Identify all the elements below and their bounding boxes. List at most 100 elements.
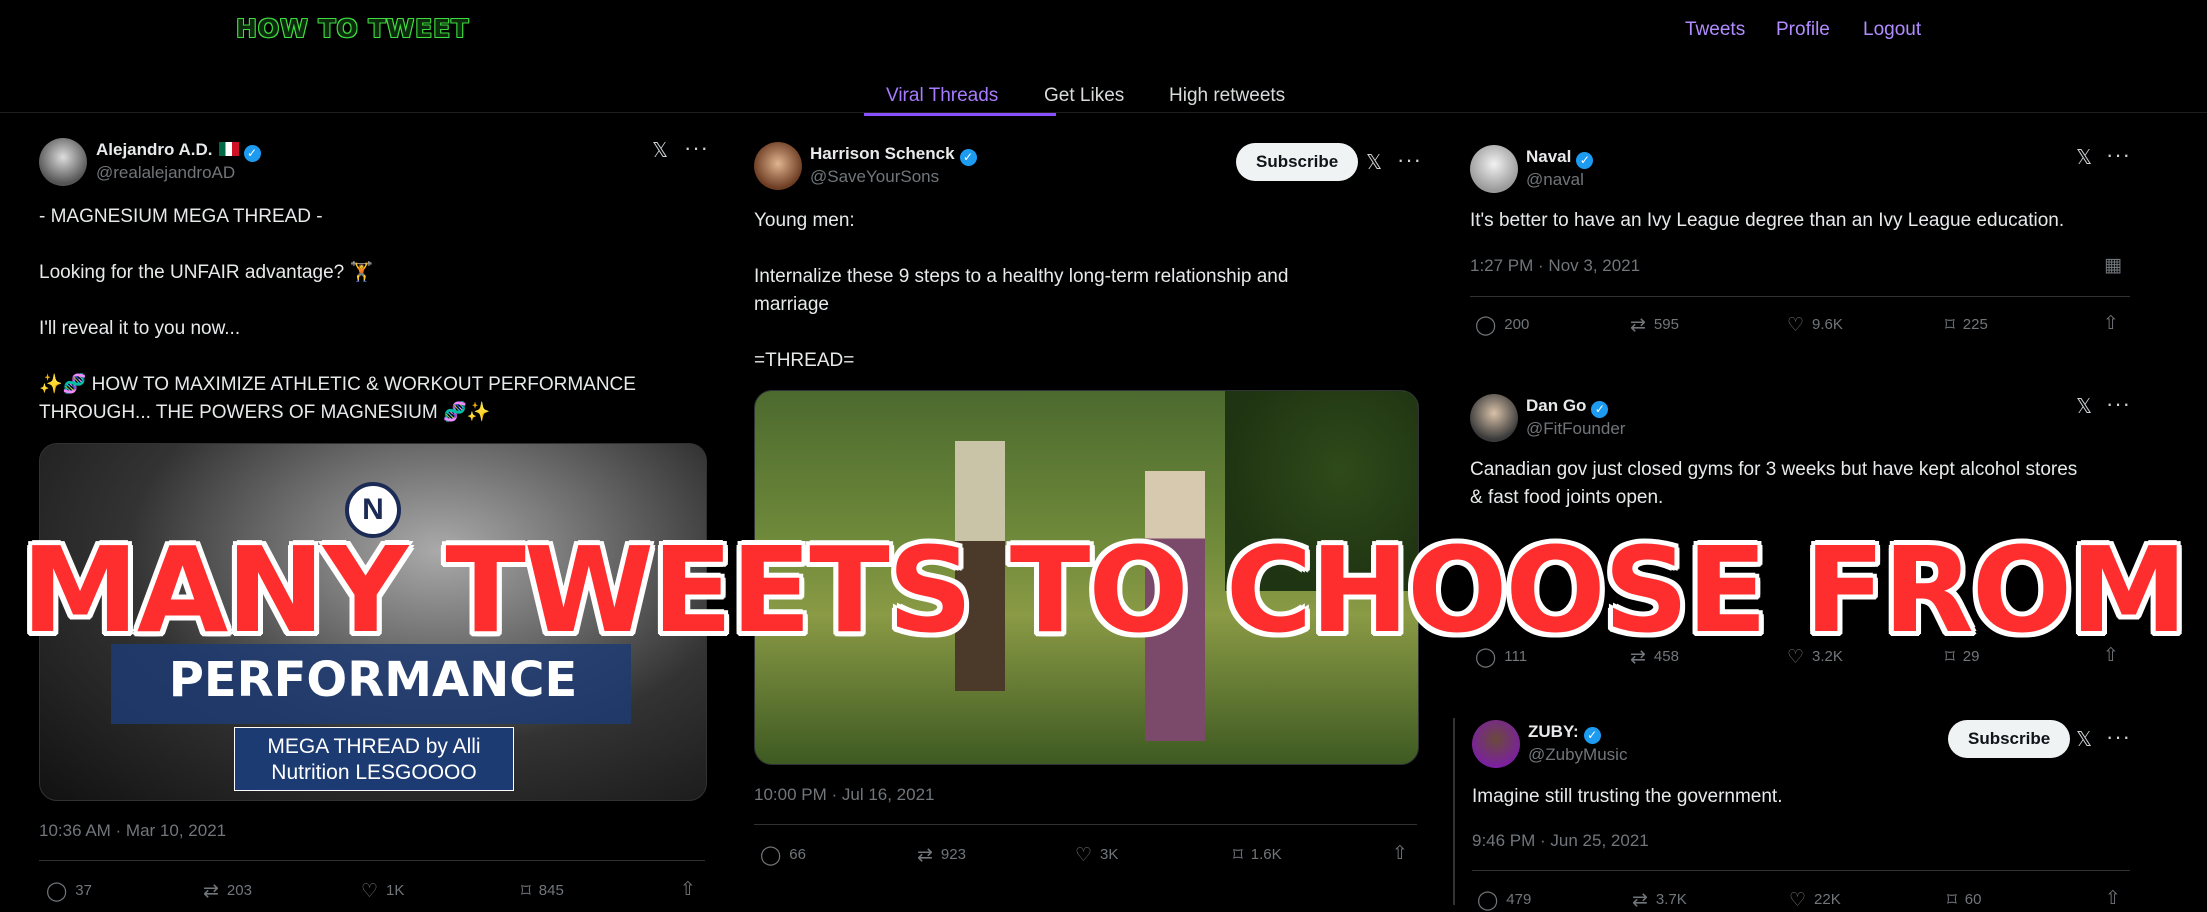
avatar[interactable] <box>1472 720 1520 768</box>
analytics-icon[interactable]: ▦ <box>2104 254 2130 277</box>
author-handle[interactable]: @ZubyMusic <box>1528 745 1627 765</box>
avatar[interactable] <box>1470 394 1518 442</box>
more-options-icon[interactable]: ··· <box>2106 724 2131 750</box>
reply-button[interactable]: ◯ 66 <box>760 844 806 867</box>
share-button[interactable]: ⇧ <box>2103 312 2127 335</box>
promo-banner-text: MANY TWEETS TO CHOOSE FROM <box>21 521 2187 659</box>
x-logo-icon[interactable]: 𝕏 <box>2076 727 2092 752</box>
share-button[interactable]: ⇧ <box>680 878 704 901</box>
share-icon: ⇧ <box>1392 843 1408 864</box>
reply-icon: ◯ <box>760 845 782 866</box>
retweet-icon: ⇄ <box>1632 890 1648 911</box>
reply-icon: ◯ <box>1477 890 1499 911</box>
subscribe-button[interactable]: Subscribe <box>1948 720 2071 758</box>
tweet-text-line: Young men: <box>754 210 855 231</box>
tweet-timestamp[interactable]: 9:46 PM · Jun 25, 2021 <box>1472 831 1649 851</box>
retweet-icon: ⇄ <box>1630 315 1646 336</box>
divider <box>1472 870 2130 871</box>
reply-icon: ◯ <box>1475 315 1497 336</box>
reply-button[interactable]: ◯ 37 <box>46 880 92 903</box>
tweet-timestamp[interactable]: 1:27 PM · Nov 3, 2021 <box>1470 256 1640 276</box>
author-handle[interactable]: @SaveYourSons <box>810 167 939 187</box>
media-subtitle-line: Nutrition LESGOOOO <box>271 761 477 784</box>
tweet-timestamp[interactable]: 10:36 AM · Mar 10, 2021 <box>39 821 226 841</box>
retweet-icon: ⇄ <box>203 881 219 902</box>
retweet-icon: ⇄ <box>917 845 933 866</box>
author-name[interactable]: Harrison Schenck ✓ <box>810 144 977 166</box>
bookmark-button[interactable]: ⌑ 845 <box>521 880 564 903</box>
retweet-button[interactable]: ⇄ 203 <box>203 880 252 903</box>
author-handle[interactable]: @naval <box>1526 170 1584 190</box>
tweet-text-line: & fast food joints open. <box>1470 487 1664 508</box>
tweet-text-line: I'll reveal it to you now... <box>39 318 241 339</box>
tab-high-retweets[interactable]: High retweets <box>1169 85 1285 107</box>
share-button[interactable]: ⇧ <box>2105 887 2129 910</box>
tabs-divider <box>0 112 2207 113</box>
author-handle[interactable]: @FitFounder <box>1526 419 1625 439</box>
more-options-icon[interactable]: ··· <box>684 135 709 161</box>
reply-icon: ◯ <box>46 881 68 902</box>
author-handle[interactable]: @realalejandroAD <box>96 163 235 183</box>
more-options-icon[interactable]: ··· <box>1397 147 1422 173</box>
thread-line <box>1453 718 1455 905</box>
divider <box>1470 296 2130 297</box>
tweet-text-line: Canadian gov just closed gyms for 3 week… <box>1470 459 2078 480</box>
tab-viral-threads[interactable]: Viral Threads <box>886 85 998 107</box>
app-logo[interactable]: HOW TO TWEET <box>236 14 469 43</box>
media-title: PERFORMANCE <box>168 652 578 708</box>
nav-tweets-link[interactable]: Tweets <box>1685 19 1745 41</box>
like-button[interactable]: ♡ 3K <box>1075 844 1118 867</box>
author-name[interactable]: Alejandro A.D. ✓ <box>96 140 261 162</box>
reply-button[interactable]: ◯ 200 <box>1475 314 1529 337</box>
subscribe-button[interactable]: Subscribe <box>1236 143 1359 181</box>
share-icon: ⇧ <box>680 879 696 900</box>
divider <box>39 860 705 861</box>
author-name[interactable]: ZUBY: ✓ <box>1528 722 1601 744</box>
tweet-text-line: ✨🧬 HOW TO MAXIMIZE ATHLETIC & WORKOUT PE… <box>39 374 636 395</box>
tweet-text-line: marriage <box>754 294 829 315</box>
avatar[interactable] <box>754 142 802 190</box>
media-subtitle-box: MEGA THREAD by Alli Nutrition LESGOOOO <box>234 727 514 791</box>
more-options-icon[interactable]: ··· <box>2106 391 2131 417</box>
nav-logout-link[interactable]: Logout <box>1863 19 1921 41</box>
mexico-flag-icon <box>218 142 239 156</box>
tweet-timestamp[interactable]: 10:00 PM · Jul 16, 2021 <box>754 785 935 805</box>
x-logo-icon[interactable]: 𝕏 <box>652 138 668 163</box>
bookmark-icon: ⌑ <box>521 881 531 902</box>
bookmark-icon: ⌑ <box>1233 845 1243 866</box>
retweet-button[interactable]: ⇄ 595 <box>1630 314 1679 337</box>
retweet-button[interactable]: ⇄ 3.7K <box>1632 889 1687 912</box>
tweet-text-line: - MAGNESIUM MEGA THREAD - <box>39 206 323 227</box>
like-button[interactable]: ♡ 9.6K <box>1787 314 1843 337</box>
share-button[interactable]: ⇧ <box>1392 842 1416 865</box>
bookmark-button[interactable]: ⌑ 1.6K <box>1233 844 1282 867</box>
like-button[interactable]: ♡ 22K <box>1789 889 1841 912</box>
tab-get-likes[interactable]: Get Likes <box>1044 85 1124 107</box>
verified-badge-icon: ✓ <box>243 145 261 162</box>
author-name[interactable]: Dan Go ✓ <box>1526 396 1609 418</box>
verified-badge-icon: ✓ <box>1591 401 1609 418</box>
heart-icon: ♡ <box>1789 890 1807 911</box>
x-logo-icon[interactable]: 𝕏 <box>1366 150 1382 175</box>
x-logo-icon[interactable]: 𝕏 <box>2076 394 2092 419</box>
bookmark-button[interactable]: ⌑ 225 <box>1945 314 1988 337</box>
bookmark-icon: ⌑ <box>1947 890 1957 911</box>
divider <box>754 824 1417 825</box>
tweet-text-line: THROUGH... THE POWERS OF MAGNESIUM 🧬✨ <box>39 402 491 423</box>
media-subtitle-line: MEGA THREAD by Alli <box>267 735 481 758</box>
x-logo-icon[interactable]: 𝕏 <box>2076 145 2092 170</box>
like-button[interactable]: ♡ 1K <box>361 880 404 903</box>
nav-profile-link[interactable]: Profile <box>1776 19 1830 41</box>
verified-badge-icon: ✓ <box>1583 727 1601 744</box>
author-name[interactable]: Naval ✓ <box>1526 147 1594 169</box>
avatar[interactable] <box>1470 145 1518 193</box>
reply-button[interactable]: ◯ 479 <box>1477 889 1531 912</box>
retweet-button[interactable]: ⇄ 923 <box>917 844 966 867</box>
heart-icon: ♡ <box>1787 315 1805 336</box>
avatar[interactable] <box>39 138 87 186</box>
bookmark-button[interactable]: ⌑ 60 <box>1947 889 1981 912</box>
share-icon: ⇧ <box>2103 313 2119 334</box>
share-icon: ⇧ <box>2105 888 2121 909</box>
more-options-icon[interactable]: ··· <box>2106 142 2131 168</box>
tweet-text-line: Looking for the UNFAIR advantage? 🏋 <box>39 262 374 283</box>
